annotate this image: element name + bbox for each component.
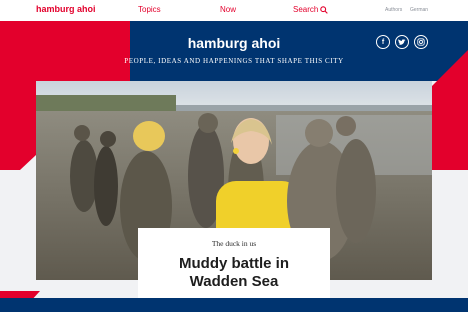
- instagram-icon[interactable]: [414, 35, 428, 49]
- article-kicker: The duck in us: [211, 239, 257, 248]
- search-icon: [320, 5, 329, 14]
- hero-navy-band: [130, 21, 468, 81]
- facebook-icon[interactable]: f: [376, 35, 390, 49]
- headline-line-1: Muddy battle in: [179, 255, 289, 272]
- article-headline[interactable]: Muddy battle in Wadden Sea: [138, 255, 330, 291]
- brand-logo[interactable]: hamburg ahoi: [36, 4, 96, 14]
- nav-search-button[interactable]: Search: [293, 5, 329, 14]
- camera-icon: [417, 38, 425, 46]
- article-teaser-card[interactable]: The duck in us Muddy battle in Wadden Se…: [138, 228, 330, 298]
- search-label: Search: [293, 5, 319, 14]
- headline-line-2: Wadden Sea: [189, 273, 279, 290]
- bird-icon: [398, 38, 406, 45]
- footer-navy-band: [0, 298, 468, 312]
- twitter-icon[interactable]: [395, 35, 409, 49]
- top-nav: hamburg ahoi Topics Now Search Authors G…: [0, 0, 468, 21]
- language-switch[interactable]: German: [410, 7, 428, 13]
- hero-subtitle: PEOPLE, IDEAS AND HAPPENINGS THAT SHAPE …: [124, 57, 344, 65]
- nav-link-authors[interactable]: Authors: [385, 7, 402, 13]
- hero-red-block: [0, 21, 130, 81]
- nav-link-topics[interactable]: Topics: [138, 5, 161, 14]
- hero-title: hamburg ahoi: [187, 35, 281, 51]
- nav-link-now[interactable]: Now: [220, 5, 236, 14]
